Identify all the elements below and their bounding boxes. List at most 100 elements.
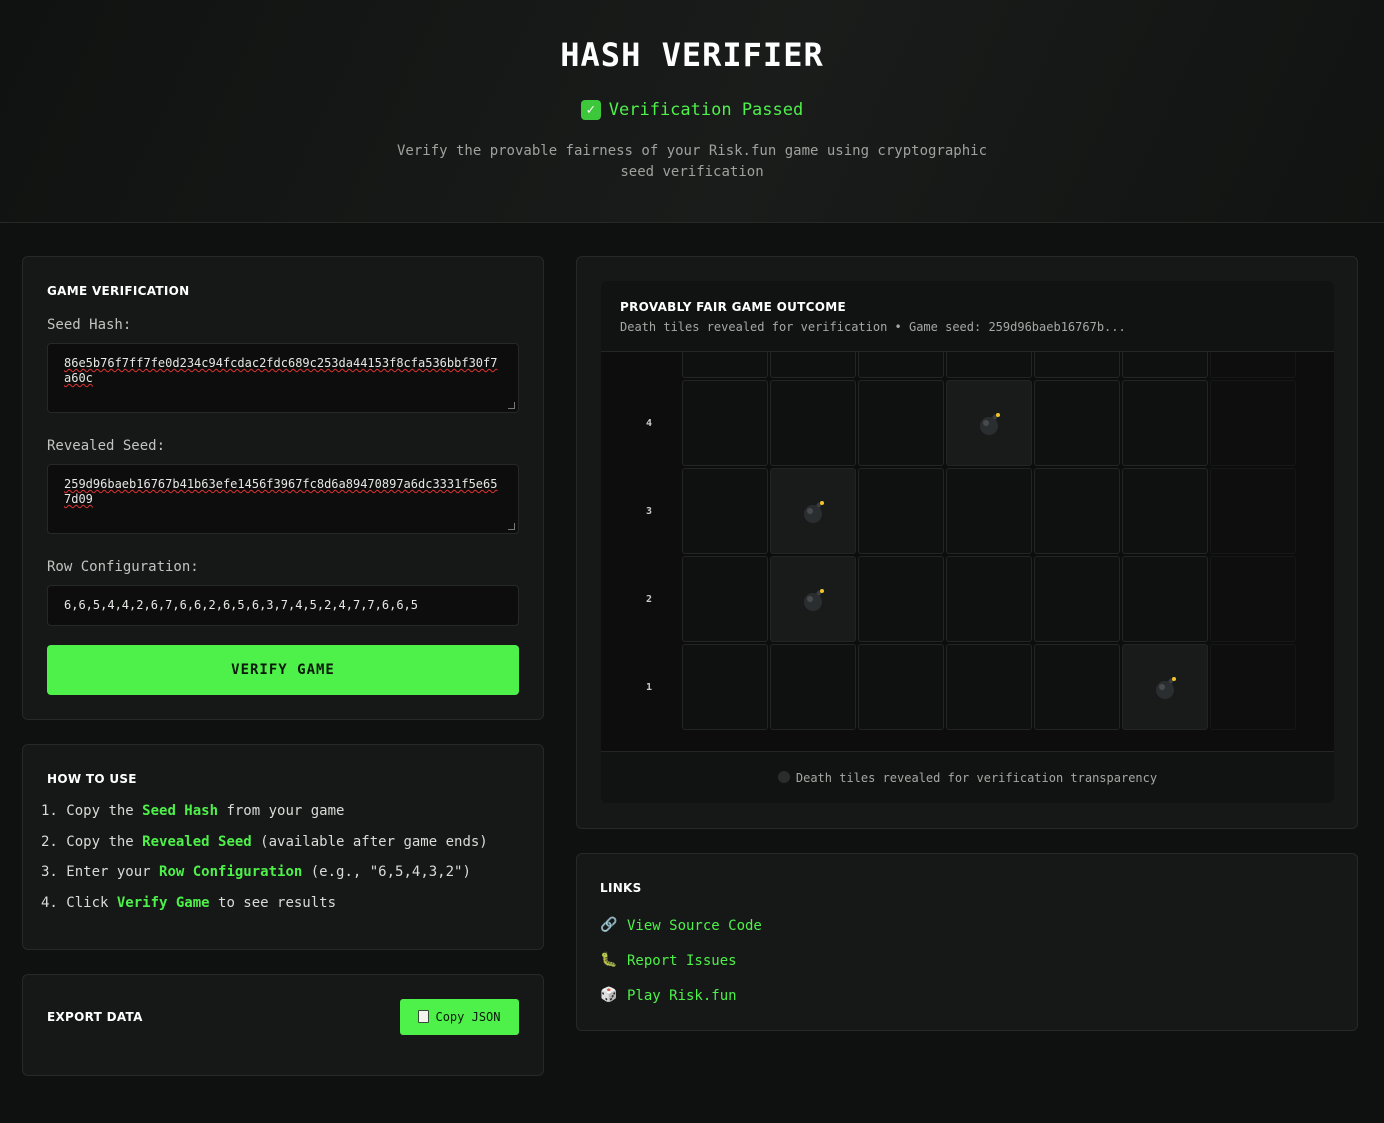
grid-tile xyxy=(1034,352,1120,378)
grid-tile xyxy=(1210,556,1296,642)
bomb-icon xyxy=(804,501,824,523)
revealed-seed-label: Revealed Seed: xyxy=(47,438,166,454)
how-to-use-title: HOW TO USE xyxy=(47,772,137,786)
game-verification-card: GAME VERIFICATION Seed Hash: 86e5b76f7ff… xyxy=(22,256,544,720)
grid-tile xyxy=(946,644,1032,730)
row-label: 3 xyxy=(645,506,653,517)
game-outcome-card: PROVABLY FAIR GAME OUTCOME Death tiles r… xyxy=(576,256,1358,829)
link-label: Report Issues xyxy=(627,952,737,969)
copy-json-label: Copy JSON xyxy=(435,1010,501,1024)
link-icon: 🔗 xyxy=(600,917,618,933)
how-to-use-card: HOW TO USE 1. Copy the Seed Hash from yo… xyxy=(22,744,544,950)
grid-tile xyxy=(1210,380,1296,466)
step-highlight: Seed Hash xyxy=(142,803,219,819)
seed-hash-label: Seed Hash: xyxy=(47,317,132,333)
how-to-step: 2. Copy the Revealed Seed (available aft… xyxy=(41,834,488,865)
links-title: LINKS xyxy=(600,881,642,895)
copy-json-button[interactable]: Copy JSON xyxy=(400,999,519,1035)
death-tile xyxy=(770,556,856,642)
game-outcome-panel: PROVABLY FAIR GAME OUTCOME Death tiles r… xyxy=(601,281,1334,803)
how-to-step: 1. Copy the Seed Hash from your game xyxy=(41,803,488,834)
grid-tile xyxy=(1122,352,1208,378)
how-to-step: 4. Click Verify Game to see results xyxy=(41,895,488,926)
grid-tile xyxy=(858,352,944,378)
row-label: 4 xyxy=(645,418,653,429)
grid-tile xyxy=(858,468,944,554)
step-text-end: to see results xyxy=(209,894,337,911)
grid-tile xyxy=(682,468,768,554)
grid-tile xyxy=(1034,380,1120,466)
grid-tile xyxy=(682,556,768,642)
step-highlight: Revealed Seed xyxy=(142,833,252,850)
game-outcome-footer: Death tiles revealed for verification tr… xyxy=(601,771,1334,785)
grid-tile xyxy=(858,380,944,466)
grid-tile xyxy=(946,556,1032,642)
bomb-icon xyxy=(980,413,1000,435)
bomb-icon xyxy=(804,589,824,611)
export-data-title: EXPORT DATA xyxy=(47,1010,143,1024)
step-text-end: (e.g., "6,5,4,3,2") xyxy=(302,864,471,880)
link-report-issues[interactable]: 🐛 Report Issues xyxy=(600,951,737,970)
step-highlight: Verify Game xyxy=(116,894,210,911)
game-outcome-title: PROVABLY FAIR GAME OUTCOME xyxy=(620,300,846,314)
game-outcome-subtitle: Death tiles revealed for verification • … xyxy=(620,320,1126,334)
revealed-seed-value: 259d96baeb16767b41b63efe1456f3967fc8d6a8… xyxy=(64,477,498,506)
grid-tile xyxy=(770,644,856,730)
step-text: Copy the xyxy=(66,833,143,850)
grid-tile xyxy=(1122,380,1208,466)
step-number: 4. xyxy=(41,894,58,911)
bomb-icon xyxy=(777,771,790,783)
step-number: 1. xyxy=(41,803,58,819)
grid-tile xyxy=(770,380,856,466)
grid-tile xyxy=(682,380,768,466)
seed-hash-input[interactable]: 86e5b76f7ff7fe0d234c94fcdac2fdc689c253da… xyxy=(47,343,519,413)
grid-tile xyxy=(946,468,1032,554)
clipboard-icon xyxy=(418,1010,430,1023)
check-icon: ✓ xyxy=(580,100,601,120)
grid-tile xyxy=(770,352,856,378)
verify-game-button[interactable]: VERIFY GAME xyxy=(47,645,519,695)
link-label: View Source Code xyxy=(627,917,762,934)
grid-tile xyxy=(946,352,1032,378)
death-tile xyxy=(946,380,1032,466)
resize-handle[interactable] xyxy=(508,402,515,409)
grid-tile xyxy=(1122,468,1208,554)
bomb-icon xyxy=(1156,677,1176,699)
grid-tile xyxy=(1210,468,1296,554)
row-config-input[interactable]: 6,6,5,4,4,2,6,7,6,6,2,6,5,6,3,7,4,5,2,4,… xyxy=(47,585,519,626)
page-subtitle: Verify the provable fairness of your Ris… xyxy=(396,143,987,180)
step-text: Enter your xyxy=(66,864,160,880)
step-text: Copy the xyxy=(66,803,143,819)
step-text: Click xyxy=(66,894,117,911)
grid-tile xyxy=(858,556,944,642)
step-highlight: Row Configuration xyxy=(159,864,303,880)
grid-tile xyxy=(1210,352,1296,378)
verification-status: ✓ Verification Passed xyxy=(0,100,1384,120)
grid-tile xyxy=(1210,644,1296,730)
death-tile xyxy=(1122,644,1208,730)
how-to-steps: 1. Copy the Seed Hash from your game 2. C… xyxy=(41,803,488,925)
step-number: 2. xyxy=(41,833,58,850)
game-outcome-footer-text: Death tiles revealed for verification tr… xyxy=(795,771,1158,785)
links-card: LINKS 🔗 View Source Code 🐛 Report Issues 🎲 Pl… xyxy=(576,853,1358,1031)
game-grid: 4 3 2 1 xyxy=(601,351,1334,752)
link-view-source-code[interactable]: 🔗 View Source Code xyxy=(600,916,762,935)
grid-tile xyxy=(858,644,944,730)
grid-tile xyxy=(1034,644,1120,730)
step-text-end: (available after game ends) xyxy=(251,833,488,850)
grid-tile xyxy=(1122,556,1208,642)
link-label: Play Risk.fun xyxy=(627,987,737,1004)
row-config-value: 6,6,5,4,4,2,6,7,6,6,2,6,5,6,3,7,4,5,2,4,… xyxy=(64,598,419,612)
grid-tile xyxy=(1034,468,1120,554)
link-play-risk-fun[interactable]: 🎲 Play Risk.fun xyxy=(600,986,737,1005)
grid-tile xyxy=(682,644,768,730)
verification-status-text: Verification Passed xyxy=(608,100,804,120)
revealed-seed-input[interactable]: 259d96baeb16767b41b63efe1456f3967fc8d6a8… xyxy=(47,464,519,534)
page-header: HASH VERIFIER ✓ Verification Passed Veri… xyxy=(0,0,1384,223)
export-data-card: EXPORT DATA Copy JSON xyxy=(22,974,544,1076)
grid-tile xyxy=(682,352,768,378)
how-to-step: 3. Enter your Row Configuration (e.g., "… xyxy=(41,864,488,895)
step-text-end: from your game xyxy=(218,803,345,819)
step-number: 3. xyxy=(41,864,58,880)
resize-handle[interactable] xyxy=(508,523,515,530)
